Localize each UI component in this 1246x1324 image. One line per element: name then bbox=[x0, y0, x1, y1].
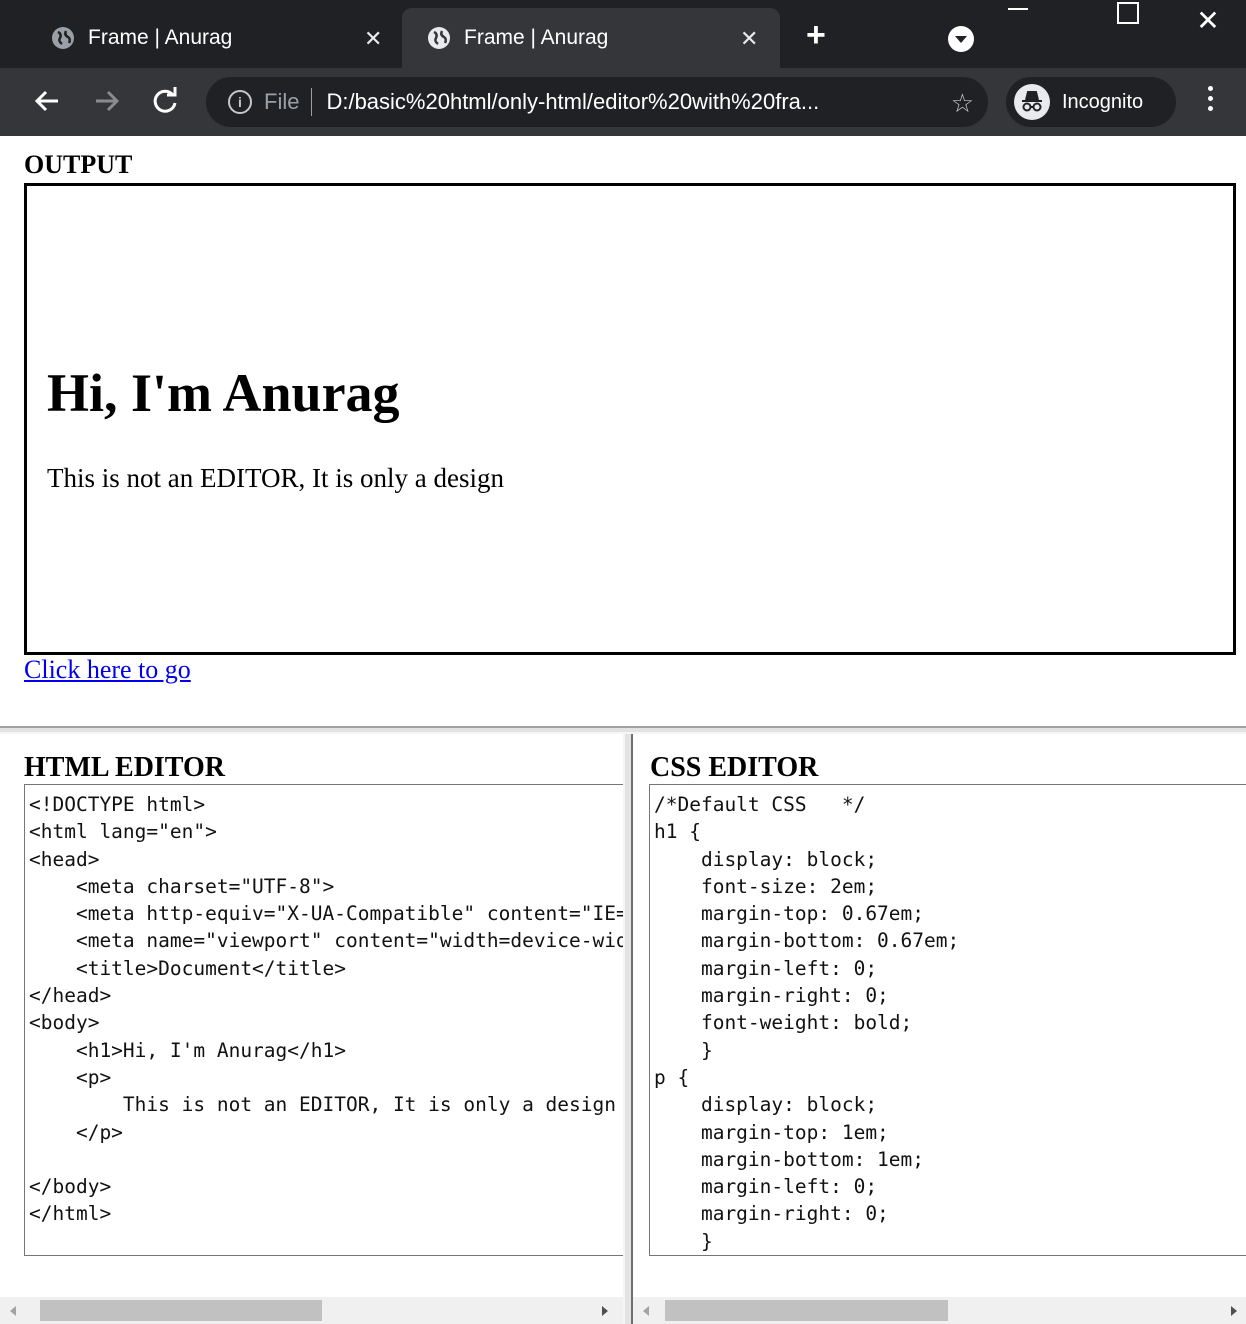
scroll-left-arrow-icon[interactable] bbox=[10, 1306, 16, 1316]
frame-divider-vertical[interactable] bbox=[623, 734, 633, 1324]
tab-search-button[interactable] bbox=[948, 26, 974, 52]
minimize-icon bbox=[1008, 8, 1028, 10]
incognito-icon bbox=[1014, 84, 1050, 120]
frame-divider-horizontal[interactable] bbox=[0, 726, 1246, 734]
close-tab-icon[interactable]: ✕ bbox=[740, 26, 758, 52]
browser-tab-inactive[interactable]: Frame | Anurag ✕ bbox=[0, 8, 400, 68]
address-bar[interactable]: i File D:/basic%20html/only-html/editor%… bbox=[206, 77, 988, 127]
css-frame-horizontal-scrollbar[interactable] bbox=[633, 1297, 1246, 1324]
tab-strip: Frame | Anurag ✕ Frame | Anurag ✕ + ✕ bbox=[0, 0, 1246, 68]
scheme-label: File bbox=[264, 89, 300, 114]
scrollbar-thumb[interactable] bbox=[40, 1300, 322, 1321]
html-editor-textarea[interactable]: <!DOCTYPE html> <html lang="en"> <head> … bbox=[24, 784, 623, 1256]
menu-icon[interactable] bbox=[1200, 86, 1220, 111]
maximize-icon bbox=[1117, 2, 1139, 24]
back-arrow-icon[interactable] bbox=[32, 86, 62, 122]
address-separator bbox=[311, 88, 313, 116]
minimize-button[interactable] bbox=[988, 0, 1048, 40]
maximize-button[interactable] bbox=[1098, 0, 1158, 40]
output-label: OUTPUT bbox=[24, 150, 133, 179]
forward-arrow-icon[interactable] bbox=[92, 86, 122, 122]
tab-title: Frame | Anurag bbox=[464, 26, 609, 49]
scroll-right-arrow-icon[interactable] bbox=[1231, 1306, 1237, 1316]
scrollbar-thumb[interactable] bbox=[665, 1300, 948, 1321]
scroll-left-arrow-icon[interactable] bbox=[643, 1306, 649, 1316]
incognito-label: Incognito bbox=[1062, 90, 1144, 113]
output-heading: Hi, I'm Anurag bbox=[47, 363, 400, 423]
new-tab-button[interactable]: + bbox=[806, 18, 826, 52]
css-editor-textarea[interactable]: /*Default CSS */ h1 { display: block; fo… bbox=[649, 784, 1246, 1256]
globe-icon bbox=[50, 25, 76, 51]
window-close-button[interactable]: ✕ bbox=[1178, 0, 1238, 40]
html-editor-title: HTML EDITOR bbox=[24, 752, 225, 783]
reload-icon[interactable] bbox=[150, 86, 180, 122]
globe-icon bbox=[426, 25, 452, 51]
output-iframe: Hi, I'm Anurag This is not an EDITOR, It… bbox=[24, 183, 1236, 655]
output-paragraph: This is not an EDITOR, It is only a desi… bbox=[47, 463, 504, 493]
close-tab-icon[interactable]: ✕ bbox=[364, 26, 382, 52]
css-editor-title: CSS EDITOR bbox=[650, 752, 819, 783]
html-frame-horizontal-scrollbar[interactable] bbox=[0, 1297, 623, 1324]
html-editor-code[interactable]: <!DOCTYPE html> <html lang="en"> <head> … bbox=[25, 785, 623, 1228]
browser-tab-active[interactable]: Frame | Anurag ✕ bbox=[402, 8, 780, 68]
star-icon[interactable]: ☆ bbox=[951, 88, 974, 119]
incognito-profile-button[interactable]: Incognito bbox=[1006, 77, 1176, 127]
browser-toolbar: i File D:/basic%20html/only-html/editor%… bbox=[0, 68, 1246, 136]
go-link[interactable]: Click here to go bbox=[24, 655, 191, 685]
css-editor-code[interactable]: /*Default CSS */ h1 { display: block; fo… bbox=[650, 785, 1246, 1255]
scroll-right-arrow-icon[interactable] bbox=[602, 1306, 608, 1316]
tab-title: Frame | Anurag bbox=[88, 26, 233, 49]
url-text[interactable]: D:/basic%20html/only-html/editor%20with%… bbox=[326, 89, 819, 115]
info-icon[interactable]: i bbox=[228, 90, 252, 114]
